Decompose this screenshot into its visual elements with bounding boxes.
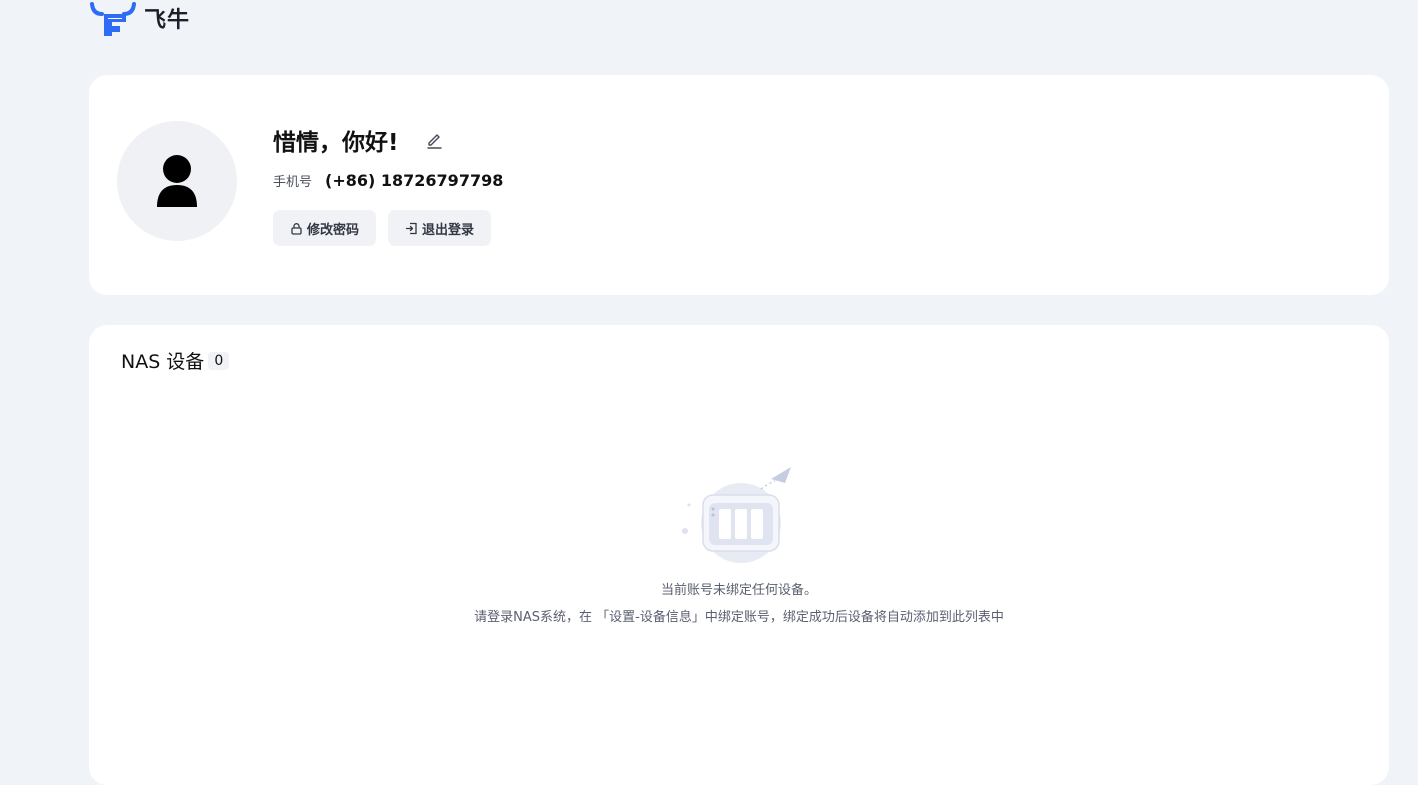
greeting-text: 惜情，你好!: [273, 130, 399, 156]
nas-device-illustration: [682, 467, 791, 563]
logout-button[interactable]: 退出登录: [388, 210, 492, 246]
profile-card: 惜情，你好! 手机号 (+86) 18726797798 修改密码 退出登录: [89, 75, 1389, 295]
devices-header: NAS 设备 0: [121, 347, 230, 374]
lock-icon: [290, 222, 303, 235]
empty-state: 当前账号未绑定任何设备。 请登录NAS系统，在 「设置-设备信息」中绑定账号，绑…: [89, 465, 1389, 625]
empty-message-primary: 当前账号未绑定任何设备。: [660, 583, 817, 598]
user-silhouette-icon: [157, 155, 197, 207]
logout-label: 退出登录: [422, 222, 475, 238]
logout-icon: [405, 222, 418, 235]
edit-pencil-icon[interactable]: [425, 131, 443, 149]
phone-value: (+86) 18726797798: [325, 171, 504, 190]
phone-label: 手机号: [273, 175, 313, 190]
bull-logo-icon[interactable]: [90, 0, 136, 40]
nas-devices-card: NAS 设备 0 当前账号未绑定任何设备。 请登录NAS系统，在 「设置-设备信…: [89, 325, 1389, 785]
brand-name: 飞牛: [144, 8, 191, 33]
empty-message-secondary: 请登录NAS系统，在 「设置-设备信息」中绑定账号，绑定成功后设备将自动添加到此…: [474, 610, 1004, 625]
change-password-label: 修改密码: [307, 222, 360, 238]
avatar: [117, 121, 237, 241]
device-count-badge: 0: [208, 351, 230, 370]
devices-title: NAS 设备: [121, 351, 205, 373]
change-password-button[interactable]: 修改密码: [273, 210, 377, 246]
top-bar: 飞牛: [90, 0, 190, 40]
profile-info: 惜情，你好! 手机号 (+86) 18726797798 修改密码 退出登录: [273, 123, 503, 246]
